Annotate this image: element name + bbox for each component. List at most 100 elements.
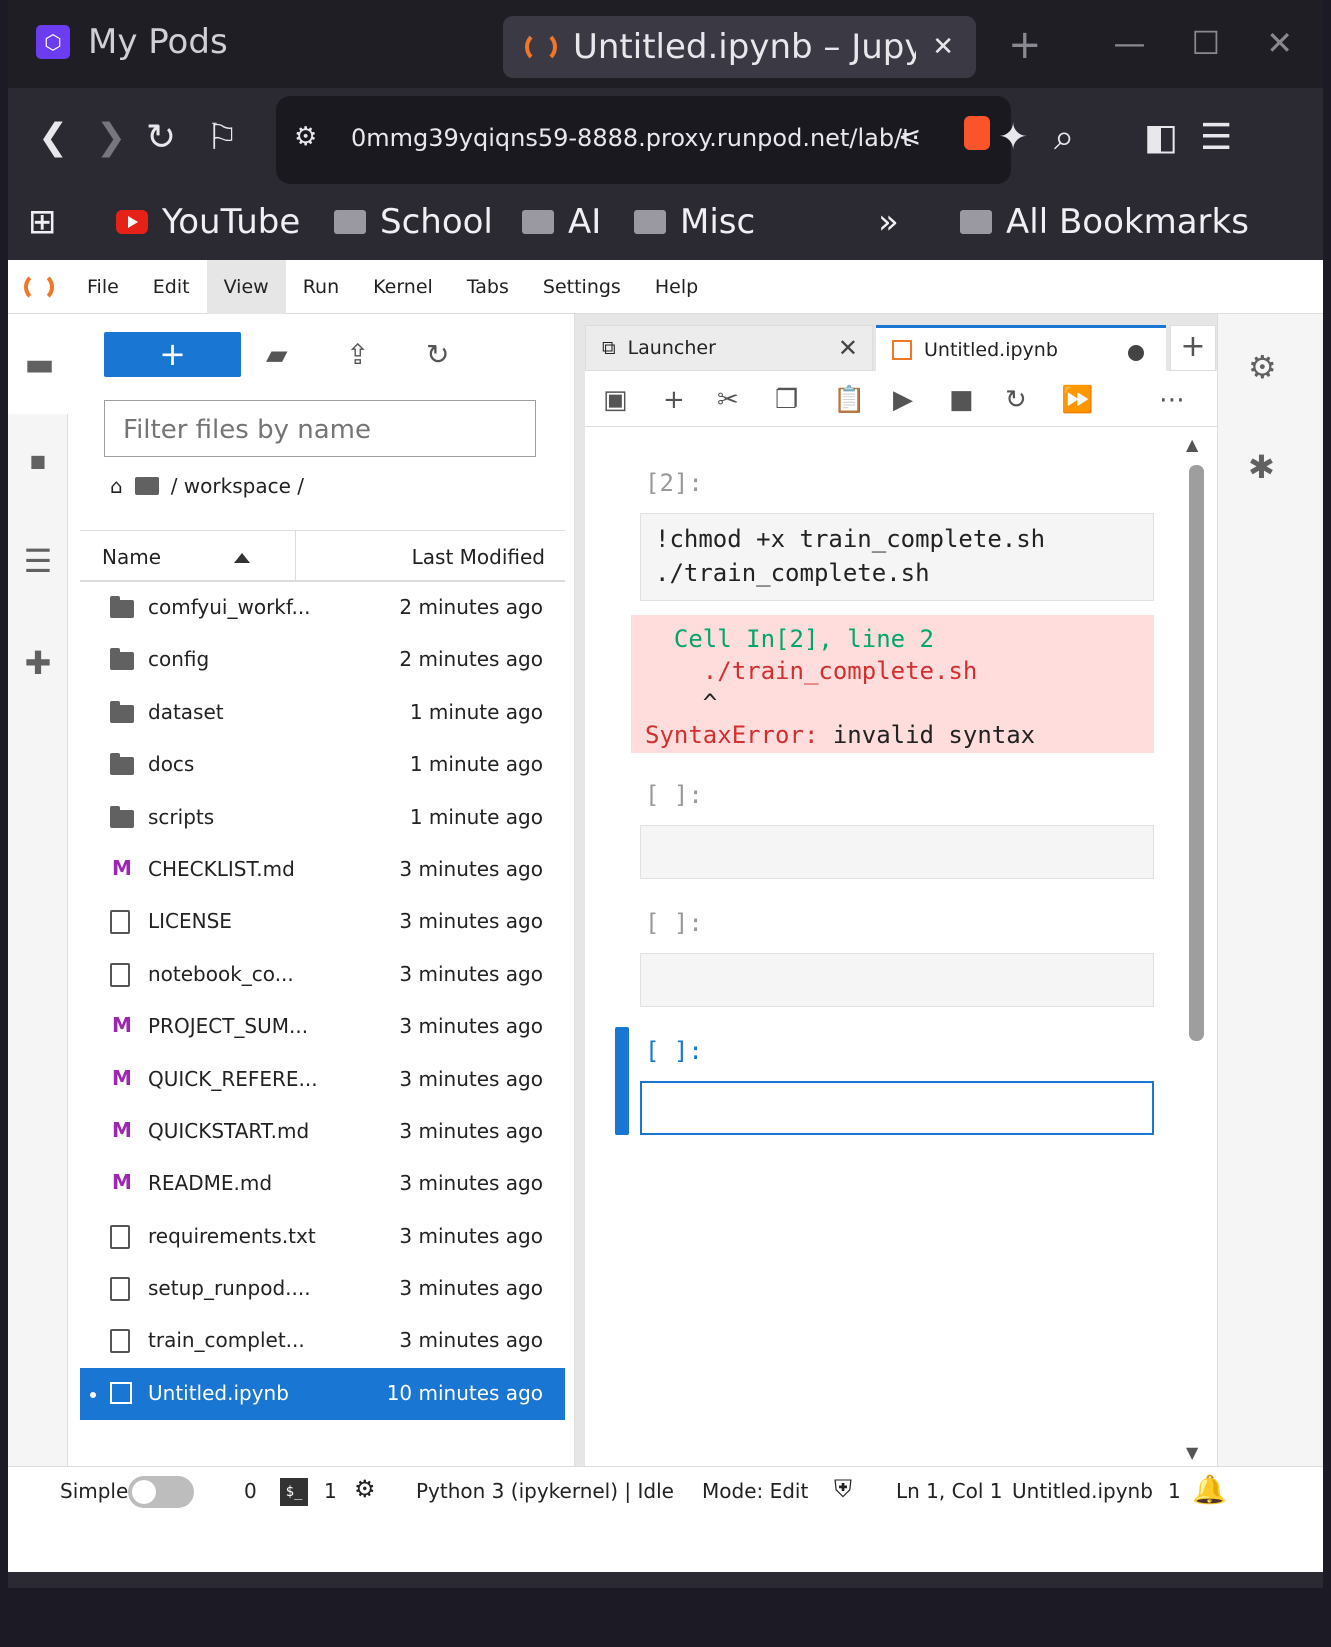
copy-icon[interactable]: ❐	[775, 385, 798, 415]
file-row[interactable]: Untitled.ipynb 10 minutes ago	[80, 1367, 565, 1421]
menu-view[interactable]: View	[206, 259, 286, 314]
extensions-manager-icon[interactable]: ✚	[8, 644, 68, 682]
menu-kernel[interactable]: Kernel	[356, 260, 450, 314]
file-row[interactable]: dataset 1 minute ago	[80, 687, 565, 739]
new-folder-icon[interactable]: ▰	[266, 338, 288, 371]
paste-icon[interactable]: 📋	[833, 385, 865, 415]
menu-file[interactable]: File	[70, 260, 136, 314]
profile-tab[interactable]: ⬡ My Pods	[36, 22, 228, 62]
table-of-contents-icon[interactable]: ☰	[8, 542, 68, 580]
new-launcher-button[interactable]: +	[104, 332, 241, 377]
file-row[interactable]: config 2 minutes ago	[80, 634, 565, 686]
file-browser-tab-icon[interactable]: ▬	[8, 314, 68, 414]
restart-icon[interactable]: ↻	[1005, 385, 1027, 415]
more-bookmarks-button[interactable]: »	[878, 202, 899, 242]
search-tab-icon[interactable]: ⌕	[1054, 118, 1074, 158]
bookmark-misc[interactable]: Misc	[634, 202, 755, 242]
close-window-icon[interactable]: ✕	[1266, 24, 1293, 62]
menu-edit[interactable]: Edit	[136, 260, 207, 314]
kernel-status[interactable]: Python 3 (ipykernel) | Idle	[416, 1479, 674, 1503]
bookmark-ai[interactable]: AI	[522, 202, 601, 242]
scrollbar[interactable]	[1189, 465, 1204, 1041]
all-bookmarks-button[interactable]: All Bookmarks	[960, 202, 1249, 242]
file-row[interactable]: setup_runpod.... 3 minutes ago	[80, 1263, 565, 1315]
interrupt-icon[interactable]: ■	[949, 385, 974, 415]
menu-run[interactable]: Run	[286, 260, 356, 314]
bookmark-icon[interactable]: ⚐	[206, 118, 238, 158]
kernel-count[interactable]: 1	[324, 1479, 337, 1503]
cut-icon[interactable]: ✂	[717, 385, 739, 415]
file-row[interactable]: M CHECKLIST.md 3 minutes ago	[80, 844, 565, 896]
column-divider[interactable]	[295, 531, 296, 581]
unsaved-dot-icon[interactable]	[1128, 345, 1144, 361]
new-tab-icon[interactable]: +	[1008, 22, 1042, 68]
tab-launcher[interactable]: ⧉ Launcher ✕	[585, 325, 873, 371]
share-icon[interactable]: ⋖	[898, 120, 921, 153]
running-sessions-icon[interactable]: ⏹	[8, 442, 68, 481]
cursor-position[interactable]: Ln 1, Col 1	[896, 1479, 1002, 1503]
file-row[interactable]: M PROJECT_SUM... 3 minutes ago	[80, 1001, 565, 1053]
bookmark-school[interactable]: School	[334, 202, 493, 242]
terminal-count[interactable]: 0	[244, 1479, 257, 1503]
minimize-icon[interactable]: —	[1114, 24, 1146, 62]
run-all-icon[interactable]: ⏩	[1061, 385, 1093, 415]
folder-icon	[110, 805, 134, 828]
file-row[interactable]: notebook_co... 3 minutes ago	[80, 949, 565, 1001]
apps-grid-icon[interactable]: ⊞	[28, 202, 57, 242]
file-row[interactable]: M README.md 3 minutes ago	[80, 1158, 565, 1210]
sidebar-toggle-icon[interactable]: ◧	[1144, 118, 1178, 158]
active-code-cell-input[interactable]	[640, 1081, 1154, 1135]
home-icon[interactable]: ⌂	[110, 474, 123, 498]
extensions-icon[interactable]: ✦	[998, 118, 1028, 158]
property-inspector-icon[interactable]: ⚙	[1248, 348, 1277, 386]
file-row[interactable]: scripts 1 minute ago	[80, 792, 565, 844]
maximize-icon[interactable]: ☐	[1192, 24, 1221, 62]
code-cell-input[interactable]	[640, 953, 1154, 1007]
upload-icon[interactable]: ⇪	[346, 338, 369, 371]
code-cell-input[interactable]	[640, 825, 1154, 879]
tab-notebook[interactable]: Untitled.ipynb	[876, 325, 1166, 371]
save-icon[interactable]: ▣	[603, 385, 628, 415]
reload-icon[interactable]: ↻	[146, 118, 176, 158]
menu-icon[interactable]: ☰	[1200, 118, 1232, 158]
site-settings-icon[interactable]: ⚙	[294, 122, 317, 152]
breadcrumb-path[interactable]: / workspace /	[171, 474, 304, 498]
refresh-icon[interactable]: ↻	[426, 338, 449, 371]
new-tab-button[interactable]: +	[1170, 325, 1216, 371]
close-icon[interactable]: ✕	[838, 334, 858, 362]
insert-cell-icon[interactable]: +	[663, 385, 685, 415]
scroll-up-icon[interactable]: ▲	[1186, 435, 1198, 454]
scroll-down-icon[interactable]: ▼	[1186, 1443, 1198, 1462]
active-cell-marker[interactable]	[615, 1027, 629, 1135]
simple-mode-toggle[interactable]	[128, 1476, 194, 1508]
back-icon[interactable]: ❮	[38, 118, 68, 158]
menu-help[interactable]: Help	[638, 260, 715, 314]
file-row[interactable]: LICENSE 3 minutes ago	[80, 896, 565, 948]
run-icon[interactable]: ▶	[893, 385, 913, 415]
bell-icon[interactable]: 🔔	[1192, 1473, 1227, 1506]
file-row[interactable]: comfyui_workf... 2 minutes ago	[80, 582, 565, 634]
bookmark-youtube[interactable]: YouTube	[116, 202, 300, 242]
file-row[interactable]: M QUICKSTART.md 3 minutes ago	[80, 1106, 565, 1158]
panel-splitter[interactable]	[575, 314, 585, 1466]
column-last-modified[interactable]: Last Modified	[412, 545, 545, 569]
column-name[interactable]: Name	[102, 545, 161, 569]
file-row[interactable]: M QUICK_REFERE... 3 minutes ago	[80, 1054, 565, 1106]
close-tab-icon[interactable]: ✕	[932, 32, 954, 62]
forward-icon[interactable]: ❯	[96, 118, 126, 158]
code-cell-input[interactable]: !chmod +x train_complete.sh ./train_comp…	[640, 513, 1154, 601]
terminal-icon[interactable]: $_	[280, 1478, 308, 1506]
filter-files-input[interactable]: Filter files by name	[104, 400, 536, 457]
file-row[interactable]: train_complet... 3 minutes ago	[80, 1315, 565, 1367]
menu-settings[interactable]: Settings	[526, 260, 638, 314]
address-bar[interactable]: ⚙ 0mmg39yqiqns59-8888.proxy.runpod.net/l…	[276, 96, 1011, 184]
trusted-shield-icon[interactable]: ⛨	[834, 1475, 852, 1503]
file-row[interactable]: requirements.txt 3 minutes ago	[80, 1211, 565, 1263]
tab-active[interactable]: Untitled.ipynb – Jupyter ✕	[503, 16, 976, 78]
menu-tabs[interactable]: Tabs	[450, 260, 526, 314]
file-row[interactable]: docs 1 minute ago	[80, 739, 565, 791]
debugger-icon[interactable]: ✱	[1248, 448, 1275, 486]
more-icon[interactable]: ⋯	[1159, 385, 1185, 415]
youtube-icon	[116, 210, 148, 234]
brave-shield-icon[interactable]	[964, 116, 990, 150]
